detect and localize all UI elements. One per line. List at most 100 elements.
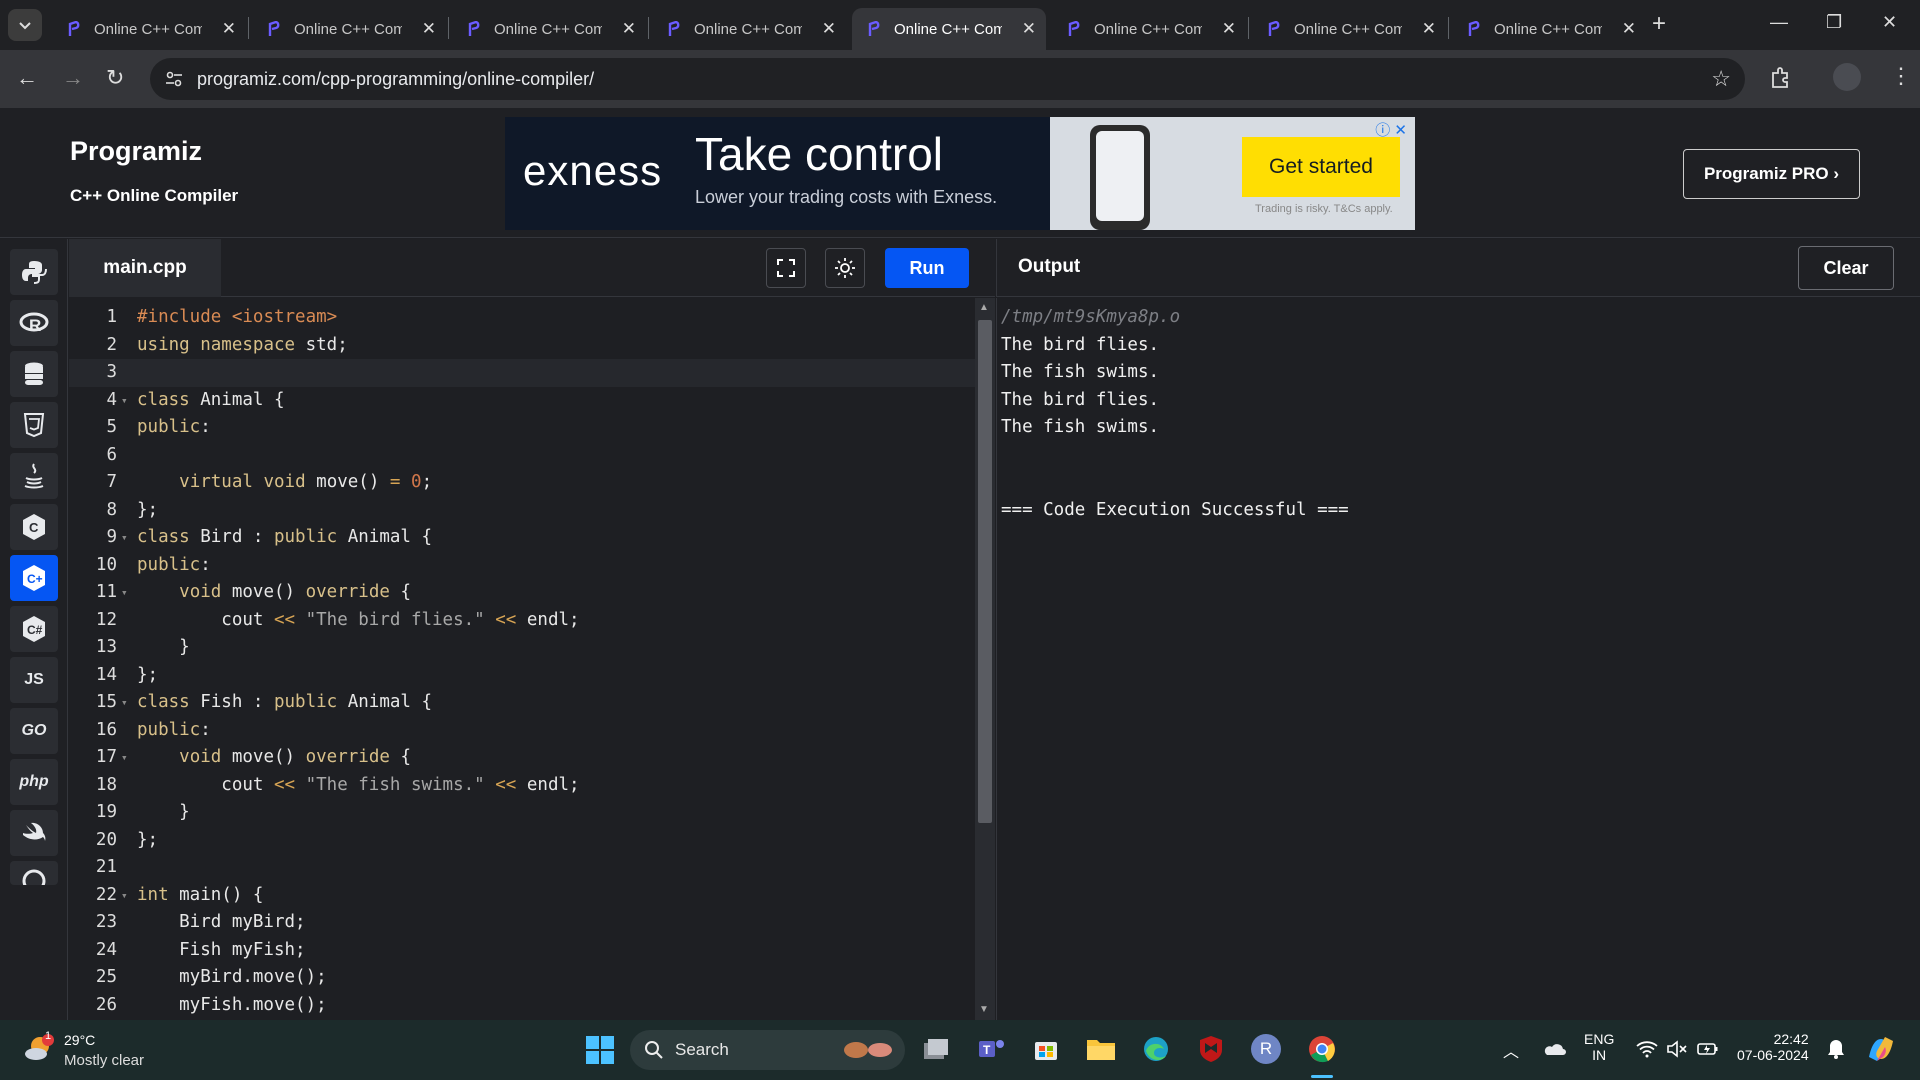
tab-close-icon[interactable]: ✕ [1022, 19, 1036, 39]
code-line[interactable]: 22 ▾ int main() { [69, 882, 975, 910]
html5-icon[interactable] [10, 402, 58, 448]
menu-kebab-icon[interactable]: ⋮ [1890, 63, 1912, 89]
store-icon[interactable] [1031, 1034, 1061, 1064]
browser-tab[interactable]: Online C++ Compiler ✕ [852, 8, 1046, 50]
code-line[interactable]: 2 using namespace std; [69, 332, 975, 360]
tab-close-icon[interactable]: ✕ [622, 19, 636, 39]
cpp-lang-icon[interactable]: C+ [10, 555, 58, 601]
tab-close-icon[interactable]: ✕ [1422, 19, 1436, 39]
taskbar-search[interactable]: Search [630, 1030, 905, 1070]
url-text[interactable]: programiz.com/cpp-programming/online-com… [197, 69, 594, 90]
tab-close-icon[interactable]: ✕ [422, 19, 436, 39]
file-explorer-icon[interactable] [1086, 1034, 1116, 1064]
close-window-button[interactable]: ✕ [1882, 12, 1897, 33]
browser-tab[interactable]: Online C++ Compiler ✕ [1052, 8, 1246, 50]
battery-icon[interactable] [1697, 1038, 1719, 1060]
ad-banner[interactable]: exness Take control Lower your trading c… [505, 117, 1415, 230]
minimize-button[interactable]: — [1770, 12, 1788, 33]
code-line[interactable]: 16 public: [69, 717, 975, 745]
code-line[interactable]: 19 } [69, 799, 975, 827]
browser-tab[interactable]: Online C++ Compiler ✕ [452, 8, 646, 50]
c-lang-icon[interactable]: C [10, 504, 58, 550]
clock[interactable]: 22:42 07-06-2024 [1737, 1031, 1809, 1063]
code-line[interactable]: 10 public: [69, 552, 975, 580]
teams-icon[interactable]: T [976, 1034, 1006, 1064]
code-line[interactable]: 13 } [69, 634, 975, 662]
onedrive-icon[interactable] [1542, 1036, 1566, 1060]
chrome-icon[interactable] [1305, 1032, 1339, 1066]
code-line[interactable]: 14}; [69, 662, 975, 690]
code-line[interactable]: 20}; [69, 827, 975, 855]
swift-icon[interactable] [10, 810, 58, 856]
reload-icon[interactable]: ↻ [106, 67, 124, 89]
mcafee-icon[interactable] [1196, 1034, 1226, 1064]
programiz-logo[interactable]: Programiz [70, 136, 202, 167]
clear-button[interactable]: Clear [1798, 246, 1894, 290]
python-icon[interactable] [10, 249, 58, 295]
editor-scrollbar[interactable]: ▲ ▼ [975, 298, 995, 1020]
task-view-icon[interactable] [921, 1034, 951, 1064]
bookmark-star-icon[interactable]: ☆ [1711, 66, 1731, 92]
tray-chevron-up-icon[interactable]: ︿ [1503, 1038, 1519, 1062]
code-line[interactable]: 7 virtual void move() = 0; [69, 469, 975, 497]
tab-search-button[interactable] [8, 9, 42, 41]
javascript-icon[interactable]: JS [10, 657, 58, 703]
code-line[interactable]: 6 [69, 442, 975, 470]
extensions-icon[interactable] [1770, 65, 1792, 89]
code-line[interactable]: 1 #include <iostream> [69, 304, 975, 332]
tab-close-icon[interactable]: ✕ [1622, 19, 1636, 39]
fold-arrow-icon[interactable]: ▾ [121, 387, 128, 415]
browser-tab[interactable]: Online C++ Compiler ✕ [652, 8, 846, 50]
tab-close-icon[interactable]: ✕ [822, 19, 836, 39]
code-line[interactable]: 25 myBird.move(); [69, 964, 975, 992]
restore-button[interactable]: ❐ [1826, 12, 1842, 33]
scroll-down-icon[interactable]: ▼ [979, 1004, 989, 1015]
r-lang-icon[interactable]: R [10, 300, 58, 346]
wifi-icon[interactable] [1636, 1038, 1658, 1060]
scrollbar-thumb[interactable] [978, 320, 992, 823]
tab-close-icon[interactable]: ✕ [1222, 19, 1236, 39]
code-editor[interactable]: 1 #include <iostream> 2 using namespace std… [69, 298, 975, 1020]
address-bar[interactable]: programiz.com/cpp-programming/online-com… [150, 58, 1745, 100]
browser-tab[interactable]: Online C++ Compiler ✕ [1452, 8, 1646, 50]
rust-icon[interactable] [10, 861, 58, 885]
profile-avatar[interactable] [1833, 63, 1861, 91]
fold-arrow-icon[interactable]: ▾ [121, 579, 128, 607]
fold-arrow-icon[interactable]: ▾ [121, 689, 128, 717]
fold-arrow-icon[interactable]: ▾ [121, 882, 128, 910]
java-icon[interactable] [10, 453, 58, 499]
csharp-lang-icon[interactable]: C# [10, 606, 58, 652]
notification-bell-icon[interactable] [1824, 1036, 1848, 1062]
database-icon[interactable] [10, 351, 58, 397]
php-icon[interactable]: php [10, 759, 58, 805]
windows-start-icon[interactable] [583, 1033, 617, 1067]
browser-tab[interactable]: Online C++ Compiler ✕ [52, 8, 246, 50]
profile-r-icon[interactable]: R [1251, 1034, 1281, 1064]
site-info-icon[interactable] [164, 69, 184, 89]
code-line[interactable]: 17 ▾ void move() override { [69, 744, 975, 772]
browser-tab[interactable]: Online C++ Compiler ✕ [1252, 8, 1446, 50]
code-line[interactable]: 12 cout << "The bird flies." << endl; [69, 607, 975, 635]
copilot-icon[interactable] [1864, 1032, 1898, 1066]
code-line[interactable]: 4 ▾ class Animal { [69, 387, 975, 415]
fullscreen-button[interactable] [766, 248, 806, 288]
code-line[interactable]: 21 [69, 854, 975, 882]
weather-temp[interactable]: 29°C [64, 1032, 95, 1048]
go-lang-icon[interactable]: GO [10, 708, 58, 754]
output-console[interactable]: /tmp/mt9sKmya8p.o The bird flies. The fish… [996, 298, 1920, 1020]
back-icon[interactable]: ← [16, 67, 38, 89]
code-line[interactable]: 23 Bird myBird; [69, 909, 975, 937]
scroll-up-icon[interactable]: ▲ [979, 302, 989, 313]
file-tab[interactable]: main.cpp [69, 239, 221, 297]
fold-arrow-icon[interactable]: ▾ [121, 524, 128, 552]
new-tab-button[interactable]: + [1652, 10, 1666, 38]
speaker-muted-icon[interactable] [1666, 1038, 1688, 1060]
forward-icon[interactable]: → [62, 67, 84, 89]
fold-arrow-icon[interactable]: ▾ [121, 744, 128, 772]
ad-cta-button[interactable]: Get started [1242, 137, 1400, 197]
ad-close-icon[interactable]: ⓘ ✕ [1375, 119, 1407, 140]
code-line[interactable]: 9 ▾ class Bird : public Animal { [69, 524, 975, 552]
weather-desc[interactable]: Mostly clear [64, 1052, 144, 1069]
language-indicator[interactable]: ENG IN [1584, 1031, 1614, 1063]
code-line[interactable]: 24 Fish myFish; [69, 937, 975, 965]
